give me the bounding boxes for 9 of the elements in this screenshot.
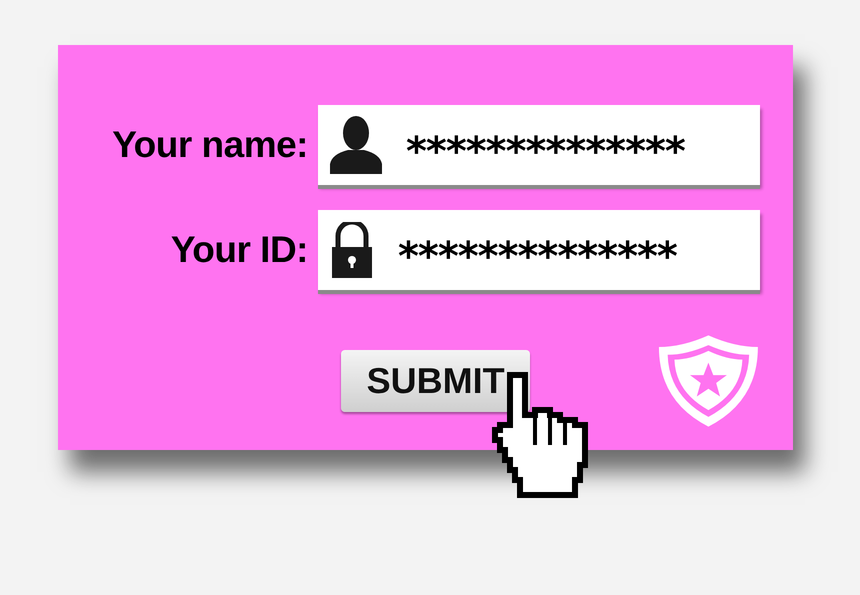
masked-input[interactable]: ************** bbox=[398, 220, 738, 280]
input-field[interactable]: ************** bbox=[318, 210, 760, 290]
submit-button[interactable]: SUBMIT bbox=[341, 350, 530, 412]
masked-input[interactable]: ************** bbox=[406, 115, 746, 175]
input-field[interactable]: ************** bbox=[318, 105, 760, 185]
field-label: Your name: bbox=[112, 124, 309, 166]
field-label: Your ID: bbox=[170, 229, 309, 271]
person-icon bbox=[330, 116, 382, 174]
lock-icon bbox=[330, 222, 374, 278]
